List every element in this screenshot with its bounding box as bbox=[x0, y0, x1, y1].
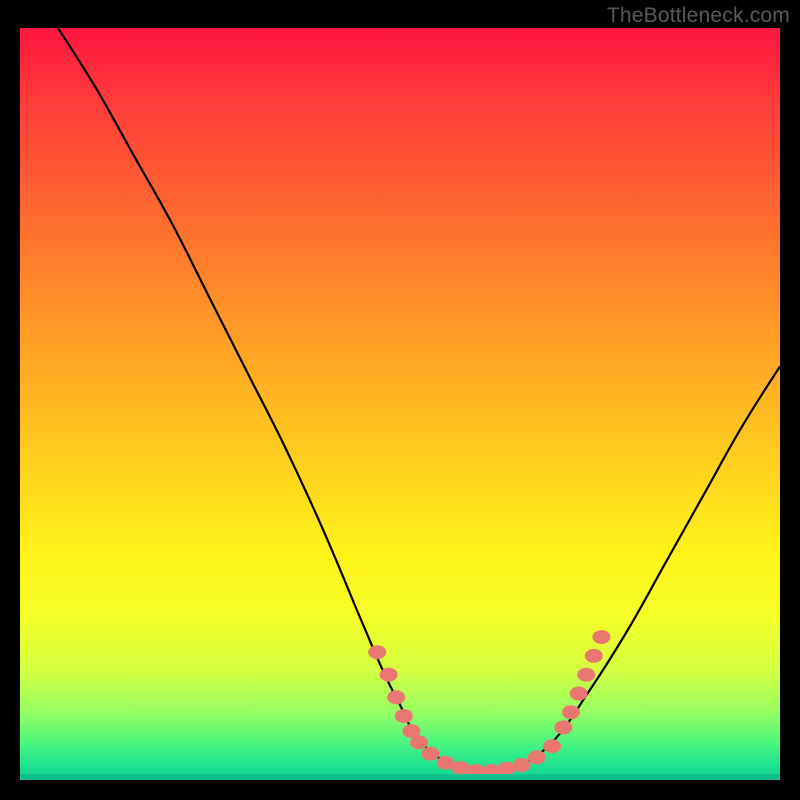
highlight-dot bbox=[528, 750, 546, 764]
highlight-dot bbox=[410, 735, 428, 749]
highlight-dot bbox=[592, 630, 610, 644]
highlight-dots-group bbox=[368, 630, 610, 778]
highlight-dot bbox=[380, 668, 398, 682]
highlight-dot bbox=[577, 668, 595, 682]
bottleneck-curve bbox=[58, 28, 780, 773]
watermark-text: TheBottleneck.com bbox=[607, 4, 790, 28]
highlight-dot bbox=[497, 762, 515, 776]
highlight-dot bbox=[513, 758, 531, 772]
highlight-dot bbox=[543, 739, 561, 753]
highlight-dot bbox=[387, 690, 405, 704]
chart-svg bbox=[20, 28, 780, 780]
highlight-dot bbox=[395, 709, 413, 723]
highlight-dot bbox=[570, 687, 588, 701]
highlight-dot bbox=[482, 764, 500, 778]
highlight-dot bbox=[554, 720, 572, 734]
highlight-dot bbox=[421, 747, 439, 761]
chart-frame: TheBottleneck.com bbox=[0, 0, 800, 800]
plot-gradient-background bbox=[20, 28, 780, 780]
highlight-dot bbox=[585, 649, 603, 663]
highlight-dot bbox=[562, 705, 580, 719]
highlight-dot bbox=[452, 761, 470, 775]
highlight-dot bbox=[368, 645, 386, 659]
